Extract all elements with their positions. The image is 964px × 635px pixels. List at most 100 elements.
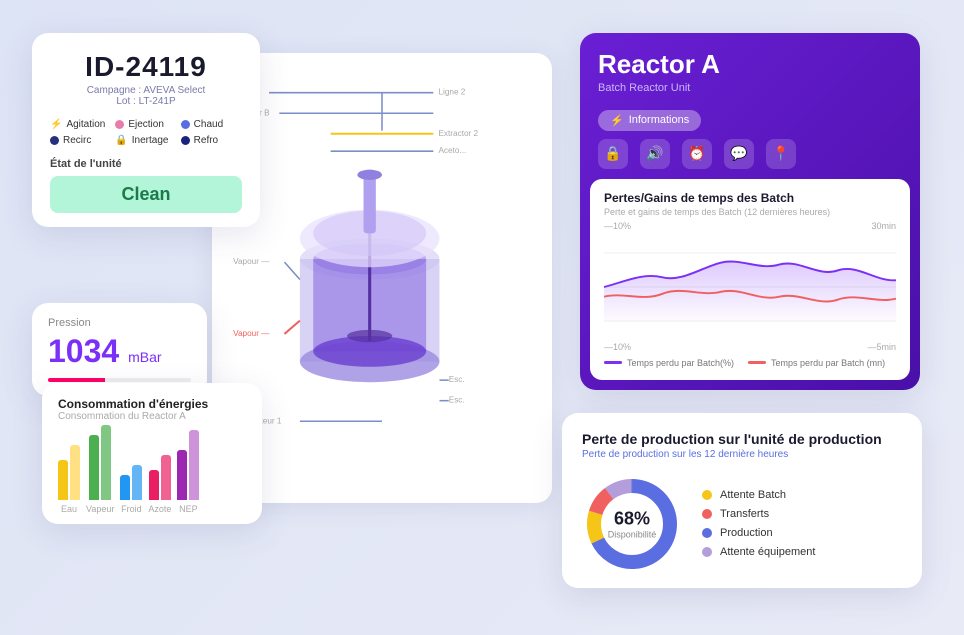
status-grid: ⚡ Agitation Ejection Chaud Recirc 🔒 Iner… bbox=[50, 119, 242, 146]
bar-label-vapeur: Vapeur bbox=[86, 504, 114, 514]
legend-transferts: Transferts bbox=[702, 508, 815, 520]
bar-nep-2 bbox=[189, 430, 199, 500]
dot-production bbox=[702, 528, 712, 538]
status-recirc: Recirc bbox=[50, 135, 111, 146]
energy-bar-chart: Eau Vapeur Froid bbox=[58, 434, 246, 514]
icon-pin[interactable]: 📍 bbox=[766, 139, 796, 169]
bar-vapeur-1 bbox=[89, 435, 99, 500]
legend-line-red bbox=[748, 361, 766, 364]
status-inertage: 🔒 Inertage bbox=[115, 135, 176, 146]
icon-lock[interactable]: 🔒 bbox=[598, 139, 628, 169]
production-subtitle: Perte de production sur les 12 dernière … bbox=[582, 449, 902, 460]
bar-froid-2 bbox=[132, 465, 142, 500]
refro-label: Refro bbox=[194, 135, 218, 146]
tab-informations[interactable]: ⚡ Informations bbox=[598, 110, 701, 131]
dot-transferts bbox=[702, 509, 712, 519]
reactor-icon-row: 🔒 🔊 ⏰ 💬 📍 bbox=[580, 139, 920, 179]
chaud-label: Chaud bbox=[194, 119, 223, 130]
svg-text:Aceto...: Aceto... bbox=[438, 146, 466, 155]
pressure-bar bbox=[48, 378, 191, 382]
bar-nep-1 bbox=[177, 450, 187, 500]
chart-legend: Temps perdu par Batch(%) Temps perdu par… bbox=[604, 358, 896, 368]
pressure-card: Pression 1034 mBar bbox=[32, 303, 207, 396]
id-title: ID-24119 bbox=[50, 51, 242, 83]
dashboard-container: ID-24119 Campagne : AVEVA Select Lot : L… bbox=[32, 23, 932, 613]
donut-pct: 68% bbox=[608, 508, 657, 529]
legend-purple: Temps perdu par Batch(%) bbox=[604, 358, 734, 368]
energy-card: Consommation d'énergies Consommation du … bbox=[42, 383, 262, 524]
axis-right-top: 30min bbox=[871, 221, 896, 231]
production-title: Perte de production sur l'unité de produ… bbox=[582, 431, 902, 447]
legend-attente-equipement: Attente équipement bbox=[702, 546, 815, 558]
bar-azote-1 bbox=[149, 470, 159, 500]
reactor-title: Reactor A bbox=[598, 49, 902, 80]
svg-text:Esc.: Esc. bbox=[449, 375, 465, 384]
legend-attente-batch: Attente Batch bbox=[702, 489, 815, 501]
dot-attente-equipement bbox=[702, 547, 712, 557]
status-refro: Refro bbox=[181, 135, 242, 146]
bar-label-azote: Azote bbox=[148, 504, 171, 514]
bar-group-vapeur: Vapeur bbox=[86, 425, 114, 514]
ejection-label: Ejection bbox=[128, 119, 164, 130]
lot-label: Lot : LT-241P bbox=[50, 96, 242, 107]
svg-text:Esc.: Esc. bbox=[449, 395, 465, 404]
clean-button[interactable]: Clean bbox=[50, 176, 242, 213]
status-ejection: Ejection bbox=[115, 119, 176, 130]
inertage-label: Inertage bbox=[132, 135, 169, 146]
label-attente-equipement: Attente équipement bbox=[720, 546, 815, 558]
donut-chart: 68% Disponibilité bbox=[582, 474, 682, 574]
reactor-card: Reactor A Batch Reactor Unit ⚡ Informati… bbox=[580, 33, 920, 390]
icon-sound[interactable]: 🔊 bbox=[640, 139, 670, 169]
svg-text:Vapour —: Vapour — bbox=[233, 329, 270, 338]
ejection-dot bbox=[115, 120, 124, 129]
diagram-card: Ligne 1 Ligne 2 Reactor B Extractor 2 Ac… bbox=[212, 53, 552, 503]
svg-text:Ligne 2: Ligne 2 bbox=[438, 87, 465, 96]
recirc-dot bbox=[50, 136, 59, 145]
batch-chart-title: Pertes/Gains de temps des Batch bbox=[604, 191, 896, 205]
bar-label-eau: Eau bbox=[61, 504, 77, 514]
bar-azote-2 bbox=[161, 455, 171, 500]
production-content: 68% Disponibilité Attente Batch Transfer… bbox=[582, 474, 902, 574]
bar-eau-2 bbox=[70, 445, 80, 500]
id-card: ID-24119 Campagne : AVEVA Select Lot : L… bbox=[32, 33, 260, 227]
production-legend: Attente Batch Transferts Production Atte… bbox=[702, 489, 815, 558]
etat-label: État de l'unité bbox=[50, 158, 242, 170]
info-tab-icon: ⚡ bbox=[610, 114, 624, 127]
reactor-header: Reactor A Batch Reactor Unit bbox=[580, 33, 920, 102]
batch-line-chart bbox=[604, 237, 896, 337]
status-chaud: Chaud bbox=[181, 119, 242, 130]
agitation-label: Agitation bbox=[66, 119, 105, 130]
axis-left-bottom: —10% bbox=[604, 342, 631, 352]
production-card: Perte de production sur l'unité de produ… bbox=[562, 413, 922, 588]
reactor-tabs: ⚡ Informations bbox=[580, 102, 920, 131]
bar-group-azote: Azote bbox=[148, 455, 171, 514]
legend-label-red: Temps perdu par Batch (mn) bbox=[771, 358, 885, 368]
bar-label-nep: NEP bbox=[179, 504, 198, 514]
status-agitation: ⚡ Agitation bbox=[50, 119, 111, 130]
batch-chart-subtitle: Perte et gains de temps des Batch (12 de… bbox=[604, 207, 896, 217]
axis-right-bottom: —5min bbox=[867, 342, 896, 352]
legend-production: Production bbox=[702, 527, 815, 539]
legend-label-purple: Temps perdu par Batch(%) bbox=[627, 358, 734, 368]
legend-red: Temps perdu par Batch (mn) bbox=[748, 358, 885, 368]
donut-disp: Disponibilité bbox=[608, 529, 657, 539]
pressure-unit: mBar bbox=[128, 349, 161, 365]
icon-clock[interactable]: ⏰ bbox=[682, 139, 712, 169]
bar-froid-1 bbox=[120, 475, 130, 500]
chaud-dot bbox=[181, 120, 190, 129]
reactor-subtitle: Batch Reactor Unit bbox=[598, 82, 902, 94]
bar-group-nep: NEP bbox=[177, 430, 199, 514]
bar-eau-1 bbox=[58, 460, 68, 500]
dot-attente-batch bbox=[702, 490, 712, 500]
label-transferts: Transferts bbox=[720, 508, 769, 520]
inertage-icon: 🔒 bbox=[115, 135, 127, 146]
pressure-value: 1034 mBar bbox=[48, 333, 191, 370]
batch-chart-card: Pertes/Gains de temps des Batch Perte et… bbox=[590, 179, 910, 380]
info-tab-label: Informations bbox=[629, 114, 690, 126]
icon-chat[interactable]: 💬 bbox=[724, 139, 754, 169]
bar-group-froid: Froid bbox=[120, 465, 142, 514]
svg-text:Vapour —: Vapour — bbox=[233, 257, 270, 266]
piping-diagram: Ligne 1 Ligne 2 Reactor B Extractor 2 Ac… bbox=[228, 69, 536, 449]
donut-label: 68% Disponibilité bbox=[608, 508, 657, 539]
energy-subtitle: Consommation du Reactor A bbox=[58, 411, 246, 422]
